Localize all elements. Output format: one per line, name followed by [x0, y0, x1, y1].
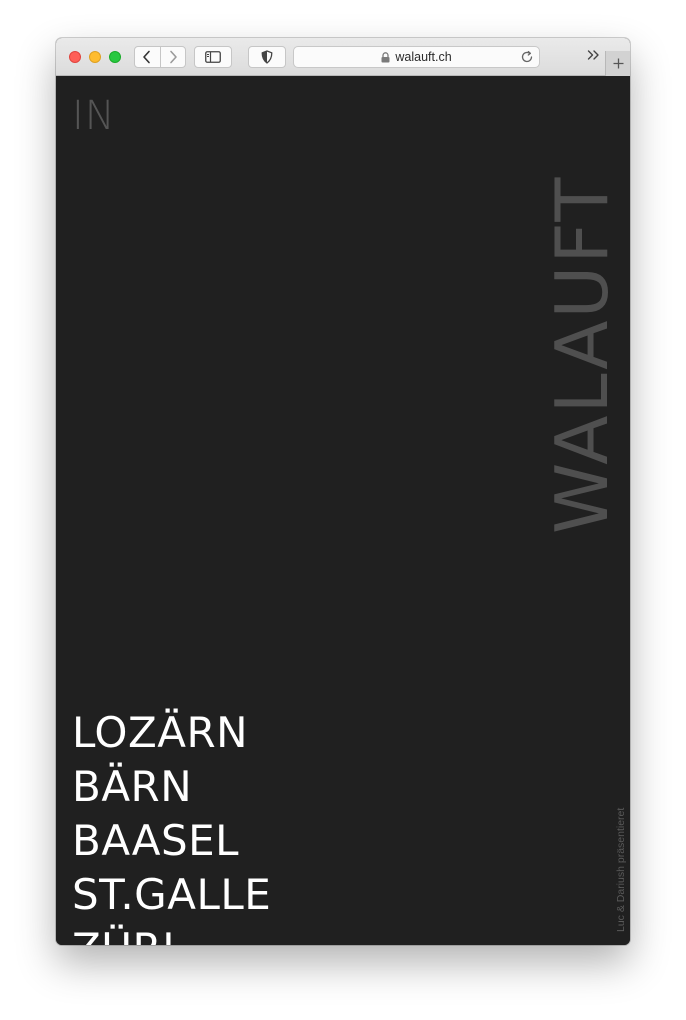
chevron-right-icon [169, 50, 177, 64]
history-navigation [134, 46, 186, 68]
browser-toolbar: walauft.ch [56, 38, 630, 76]
browser-window: walauft.ch IN WALAUFT LOZÄRN BÄRN BAASEL… [56, 38, 630, 945]
forward-button[interactable] [159, 47, 186, 67]
city-link-lozaern[interactable]: LOZÄRN [72, 706, 271, 760]
chevron-left-icon [143, 50, 151, 64]
plus-icon [613, 58, 623, 69]
back-button[interactable] [135, 47, 160, 67]
new-tab-button[interactable] [605, 51, 630, 76]
lock-icon [381, 51, 390, 63]
reload-icon[interactable] [520, 50, 534, 64]
site-title: WALAUFT [540, 175, 624, 534]
close-window-button[interactable] [69, 51, 81, 63]
url-text: walauft.ch [395, 50, 452, 64]
shield-icon [261, 50, 273, 64]
city-link-zueri[interactable]: ZÜRI [72, 922, 271, 945]
city-list: LOZÄRN BÄRN BAASEL ST.GALLE ZÜRI [72, 706, 271, 945]
double-chevron-right-icon [587, 50, 599, 60]
city-link-stgalle[interactable]: ST.GALLE [72, 868, 271, 922]
privacy-report-button[interactable] [248, 46, 286, 68]
address-bar[interactable]: walauft.ch [293, 46, 540, 68]
credit-text: Luc & Dariush präsentieret [615, 807, 627, 932]
intro-label: IN [72, 93, 116, 139]
minimize-window-button[interactable] [89, 51, 101, 63]
zoom-window-button[interactable] [109, 51, 121, 63]
city-link-baasel[interactable]: BAASEL [72, 814, 271, 868]
sidebar-icon [205, 51, 221, 63]
sidebar-toggle-button[interactable] [194, 46, 232, 68]
web-page: IN WALAUFT LOZÄRN BÄRN BAASEL ST.GALLE Z… [56, 76, 630, 945]
city-link-baern[interactable]: BÄRN [72, 760, 271, 814]
address-display: walauft.ch [294, 47, 539, 67]
toolbar-overflow-button[interactable] [586, 48, 600, 62]
